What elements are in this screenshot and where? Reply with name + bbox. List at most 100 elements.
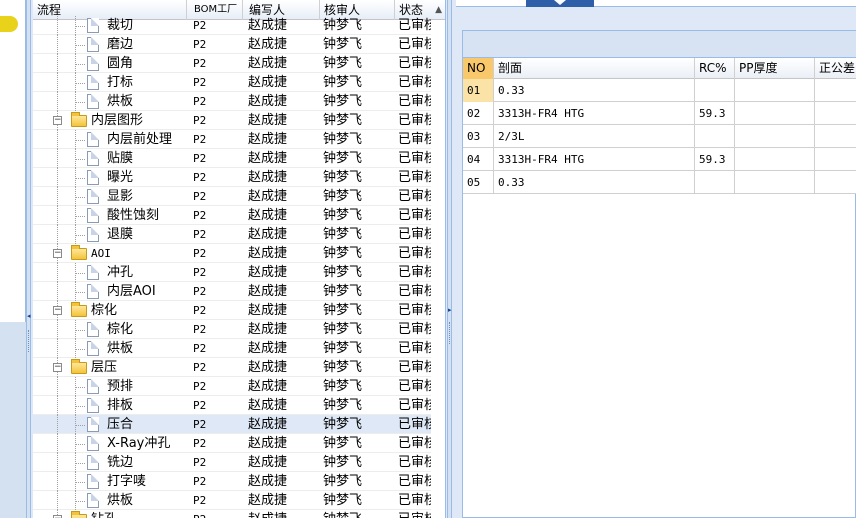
tree-cell-bom: P2 (193, 285, 207, 298)
grid-cell-rc[interactable]: 59.3 (695, 148, 735, 171)
tree-guide-line (57, 339, 58, 358)
tree-row[interactable]: 显影 P2 赵成捷 钟梦飞 已审核 (33, 187, 431, 206)
tree-row[interactable]: X-Ray冲孔 P2 赵成捷 钟梦飞 已审核 (33, 434, 431, 453)
tree-item-label: 磨边 (107, 37, 134, 52)
grid-cell-section[interactable]: 2/3L (494, 125, 695, 148)
grid-row[interactable]: 02 3313H-FR4 HTG 59.3 (463, 102, 856, 125)
collapse-node-icon[interactable]: − (53, 306, 62, 315)
grid-cell-rc[interactable] (695, 171, 735, 194)
tree-row[interactable]: 裁切 P2 赵成捷 钟梦飞 已审核 (33, 16, 431, 35)
grid-row[interactable]: 03 2/3L (463, 125, 856, 148)
grid-cell-rc[interactable] (695, 79, 735, 102)
tree-row[interactable]: 打标 P2 赵成捷 钟梦飞 已审核 (33, 73, 431, 92)
tree-row[interactable]: 打字唛 P2 赵成捷 钟梦飞 已审核 (33, 472, 431, 491)
tree-cell-status: 已审核 (398, 246, 431, 261)
tree-row[interactable]: − 层压 P2 赵成捷 钟梦飞 已审核 (33, 358, 431, 377)
tree-group-label: AOI (91, 247, 111, 260)
tree-row[interactable]: 退膜 P2 赵成捷 钟梦飞 已审核 (33, 225, 431, 244)
grid-cell-pp-thickness[interactable] (735, 79, 815, 102)
tree-cell-process: 内层前处理 (33, 130, 187, 149)
header-section[interactable]: 剖面 (494, 58, 695, 79)
tree-row[interactable]: 曝光 P2 赵成捷 钟梦飞 已审核 (33, 168, 431, 187)
tree-row[interactable]: 酸性蚀刻 P2 赵成捷 钟梦飞 已审核 (33, 206, 431, 225)
grid-cell-section[interactable]: 3313H-FR4 HTG (494, 102, 695, 125)
tree-row[interactable]: 铣边 P2 赵成捷 钟梦飞 已审核 (33, 453, 431, 472)
document-icon (87, 493, 99, 508)
tree-guide-line (75, 45, 85, 46)
tree-cell-checker: 钟梦飞 (323, 246, 363, 261)
tree-row[interactable]: 内层AOI P2 赵成捷 钟梦飞 已审核 (33, 282, 431, 301)
header-rc[interactable]: RC% (695, 58, 735, 79)
tree-row[interactable]: 内层前处理 P2 赵成捷 钟梦飞 已审核 (33, 130, 431, 149)
grid-cell-pp-thickness[interactable] (735, 125, 815, 148)
tree-row[interactable]: − 棕化 P2 赵成捷 钟梦飞 已审核 (33, 301, 431, 320)
tree-guide-line (75, 425, 85, 426)
grid-cell-plus-tolerance[interactable] (815, 125, 856, 148)
tree-guide-line (75, 463, 85, 464)
tree-cell-process: 烘板 (33, 491, 187, 510)
collapse-left-icon[interactable]: ◂ (27, 312, 31, 320)
folder-icon (71, 511, 87, 518)
grid-row[interactable]: 01 0.33 (463, 79, 856, 102)
tree-cell-author: 赵成捷 (248, 474, 288, 489)
tree-cell-checker: 钟梦飞 (323, 474, 363, 489)
grid-cell-no[interactable]: 04 (463, 148, 494, 171)
left-splitter[interactable]: ◂ (26, 0, 31, 518)
grid-cell-pp-thickness[interactable] (735, 102, 815, 125)
grid-row[interactable]: 04 3313H-FR4 HTG 59.3 (463, 148, 856, 171)
grid-cell-rc[interactable]: 59.3 (695, 102, 735, 125)
header-pp-thickness[interactable]: PP厚度 (735, 58, 815, 79)
tree-cell-bom: P2 (193, 342, 207, 355)
grid-cell-rc[interactable] (695, 125, 735, 148)
grid-cell-section[interactable]: 0.33 (494, 79, 695, 102)
header-plus-tolerance[interactable]: 正公差 (815, 58, 856, 79)
tree-cell-author: 赵成捷 (248, 113, 288, 128)
tree-row[interactable]: 棕化 P2 赵成捷 钟梦飞 已审核 (33, 320, 431, 339)
grid-cell-pp-thickness[interactable] (735, 171, 815, 194)
grid-row[interactable]: 05 0.33 (463, 171, 856, 194)
tree-cell-checker: 钟梦飞 (323, 303, 363, 318)
collapse-node-icon[interactable]: − (53, 116, 62, 125)
chat-bubble-icon[interactable] (0, 16, 18, 32)
grid-cell-no[interactable]: 02 (463, 102, 494, 125)
tree-row[interactable]: 排板 P2 赵成捷 钟梦飞 已审核 (33, 396, 431, 415)
grid-cell-no[interactable]: 01 (463, 79, 494, 102)
collapse-node-icon[interactable]: − (53, 249, 62, 258)
tree-cell-checker: 钟梦飞 (323, 322, 363, 337)
right-splitter[interactable]: ▸ (447, 0, 452, 518)
grid-cell-plus-tolerance[interactable] (815, 171, 856, 194)
tree-row[interactable]: 烘板 P2 赵成捷 钟梦飞 已审核 (33, 92, 431, 111)
grid-cell-section[interactable]: 3313H-FR4 HTG (494, 148, 695, 171)
grid-cell-plus-tolerance[interactable] (815, 148, 856, 171)
tree-cell-bom: P2 (193, 76, 207, 89)
collapse-node-icon[interactable]: − (53, 363, 62, 372)
tree-cell-status: 已审核 (398, 303, 431, 318)
tree-cell-author: 赵成捷 (248, 398, 288, 413)
tree-row[interactable]: −钻孔 P2 赵成捷钟梦飞已审核 (33, 510, 431, 518)
tree-item-label: 曝光 (107, 170, 134, 185)
grid-cell-pp-thickness[interactable] (735, 148, 815, 171)
document-icon (87, 284, 99, 299)
header-no[interactable]: NO (463, 58, 494, 79)
grid-cell-plus-tolerance[interactable] (815, 79, 856, 102)
grid-cell-section[interactable]: 0.33 (494, 171, 695, 194)
tree-row[interactable]: − 内层图形 P2 赵成捷 钟梦飞 已审核 (33, 111, 431, 130)
tree-row[interactable]: 烘板 P2 赵成捷 钟梦飞 已审核 (33, 339, 431, 358)
grid-cell-no[interactable]: 05 (463, 171, 494, 194)
tree-item-label: 排板 (107, 398, 134, 413)
tree-group-label: 层压 (91, 360, 118, 375)
tree-row[interactable]: 压合 P2 赵成捷 钟梦飞 已审核 (33, 415, 431, 434)
tree-row[interactable]: − AOI P2 赵成捷 钟梦飞 已审核 (33, 244, 431, 263)
tree-row[interactable]: 预排 P2 赵成捷 钟梦飞 已审核 (33, 377, 431, 396)
tree-row[interactable]: 冲孔 P2 赵成捷 钟梦飞 已审核 (33, 263, 431, 282)
splitter-grip (449, 322, 450, 344)
tree-row[interactable]: 烘板 P2 赵成捷 钟梦飞 已审核 (33, 491, 431, 510)
tree-row[interactable]: 圆角 P2 赵成捷 钟梦飞 已审核 (33, 54, 431, 73)
tree-cell-bom: P2 (193, 418, 207, 431)
grid-cell-plus-tolerance[interactable] (815, 102, 856, 125)
collapse-right-icon[interactable]: ▸ (448, 306, 452, 314)
grid-cell-no[interactable]: 03 (463, 125, 494, 148)
tree-row[interactable]: 贴膜 P2 赵成捷 钟梦飞 已审核 (33, 149, 431, 168)
tree-row[interactable]: 磨边 P2 赵成捷 钟梦飞 已审核 (33, 35, 431, 54)
tree-guide-line (57, 472, 58, 491)
